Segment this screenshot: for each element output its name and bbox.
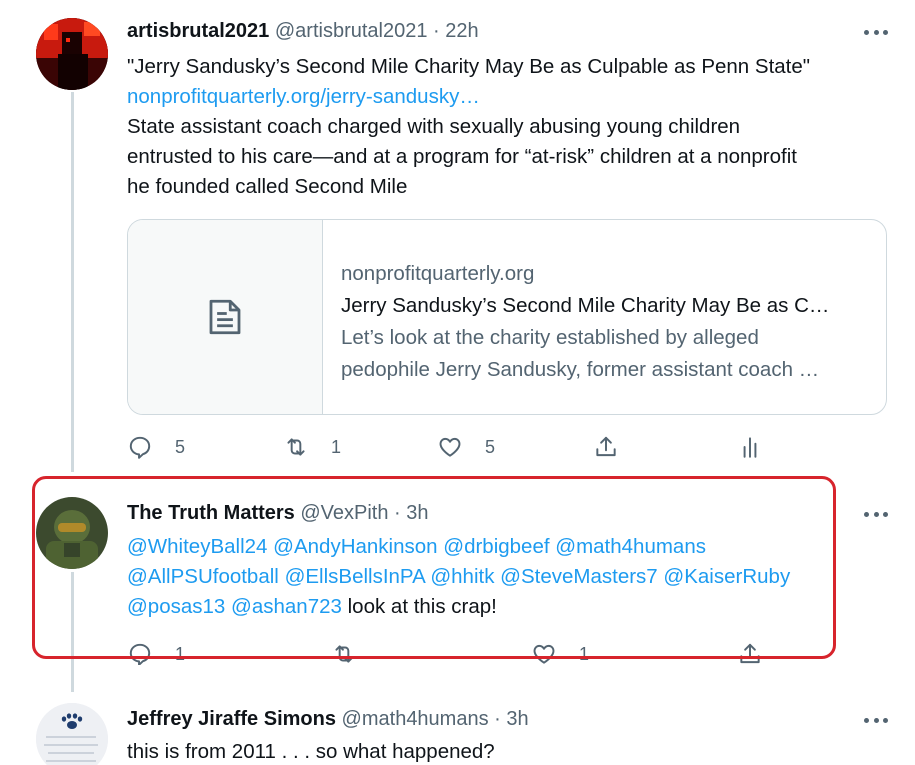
- card-description: Let’s look at the charity established by…: [341, 326, 759, 349]
- share-button[interactable]: [593, 434, 619, 460]
- tweet-text-line: this is from 2011 . . . so what happened…: [127, 740, 495, 763]
- mention-link[interactable]: @EllsBellsInPA: [285, 565, 425, 588]
- mention-link[interactable]: @WhiteyBall24: [127, 535, 267, 558]
- tweet-text: look at this crap!: [347, 595, 497, 618]
- separator-dot: ·: [494, 708, 501, 730]
- mention-link[interactable]: @math4humans: [555, 535, 706, 558]
- card-body: nonprofitquarterly.org Jerry Sandusky’s …: [341, 258, 868, 386]
- display-name[interactable]: Jeffrey Jiraffe Simons: [127, 708, 336, 730]
- user-handle[interactable]: @VexPith: [300, 502, 388, 524]
- tweet-header: The Truth Matters @VexPith · 3h: [127, 502, 429, 525]
- retweet-icon: [335, 645, 353, 663]
- mention-link[interactable]: @KaiserRuby: [663, 565, 790, 588]
- tweet-text-line: @WhiteyBall24 @AndyHankinson @drbigbeef …: [127, 532, 706, 562]
- reply-button[interactable]: 5: [127, 434, 185, 460]
- timestamp[interactable]: 3h: [506, 708, 528, 730]
- timestamp[interactable]: 22h: [445, 20, 478, 42]
- retweet-count: 1: [331, 436, 342, 457]
- link-preview-card[interactable]: nonprofitquarterly.org Jerry Sandusky’s …: [127, 219, 887, 415]
- card-domain: nonprofitquarterly.org: [341, 262, 535, 285]
- avatar-image: [36, 703, 108, 765]
- tweet-actions: 5 1 5: [127, 434, 787, 464]
- analytics-icon: [743, 437, 757, 458]
- card-thumbnail: [128, 220, 323, 414]
- card-description: pedophile Jerry Sandusky, former assista…: [341, 358, 820, 381]
- mention-link[interactable]: @AndyHankinson: [273, 535, 437, 558]
- reply-button[interactable]: 1: [127, 641, 185, 665]
- tweet-link[interactable]: nonprofitquarterly.org/jerry-sandusky…: [127, 82, 480, 112]
- reply-icon: [129, 643, 151, 665]
- tweet-text-line: he founded called Second Mile: [127, 175, 408, 198]
- mention-link[interactable]: @posas13: [127, 595, 225, 618]
- more-options-icon[interactable]: [864, 22, 888, 42]
- like-button[interactable]: 1: [531, 641, 589, 665]
- display-name[interactable]: The Truth Matters: [127, 502, 295, 524]
- timestamp[interactable]: 3h: [406, 502, 428, 524]
- thread-line: [71, 572, 74, 692]
- share-icon: [740, 643, 760, 664]
- user-handle[interactable]: @math4humans: [342, 708, 489, 730]
- like-count: 1: [579, 643, 590, 664]
- mention-link[interactable]: @ashan723: [231, 595, 342, 618]
- mention-link[interactable]: @SteveMasters7: [500, 565, 658, 588]
- avatar[interactable]: [36, 703, 108, 765]
- share-icon: [596, 436, 616, 457]
- mention-link[interactable]: @hhitk: [430, 565, 494, 588]
- retweet-icon: [287, 438, 305, 456]
- article-icon: [209, 299, 241, 335]
- avatar-image: [36, 497, 108, 569]
- retweet-button[interactable]: 1: [283, 434, 341, 460]
- share-button[interactable]: [737, 641, 763, 665]
- reply-count: 5: [175, 436, 186, 457]
- user-handle[interactable]: @artisbrutal2021: [275, 20, 428, 42]
- avatar[interactable]: [36, 18, 108, 90]
- thread-line: [71, 92, 74, 472]
- avatar[interactable]: [36, 497, 108, 569]
- mention-link[interactable]: @drbigbeef: [443, 535, 549, 558]
- mention-link[interactable]: @AllPSUfootball: [127, 565, 279, 588]
- tweet-text-line: @posas13 @ashan723 look at this crap!: [127, 592, 497, 622]
- like-button[interactable]: 5: [437, 434, 495, 460]
- like-count: 5: [485, 436, 496, 457]
- tweet-text-line: "Jerry Sandusky’s Second Mile Charity Ma…: [127, 55, 811, 78]
- card-title: Jerry Sandusky’s Second Mile Charity May…: [341, 294, 830, 317]
- avatar-image: [36, 18, 108, 90]
- heart-icon: [439, 437, 461, 457]
- tweet-text-line: entrusted to his care—and at a program f…: [127, 145, 797, 168]
- tweet-actions: 1 1: [127, 641, 787, 665]
- tweet-header: Jeffrey Jiraffe Simons @math4humans · 3h: [127, 708, 529, 731]
- separator-dot: ·: [394, 502, 401, 524]
- heart-icon: [533, 644, 555, 664]
- more-options-icon[interactable]: [864, 504, 888, 524]
- more-options-icon[interactable]: [864, 710, 888, 730]
- retweet-button[interactable]: [331, 641, 357, 665]
- tweet-text-line: @AllPSUfootball @EllsBellsInPA @hhitk @S…: [127, 562, 790, 592]
- tweet-text-line: State assistant coach charged with sexua…: [127, 115, 741, 138]
- reply-count: 1: [175, 643, 186, 664]
- separator-dot: ·: [433, 20, 440, 42]
- analytics-button[interactable]: [737, 434, 763, 460]
- tweet-header: artisbrutal2021 @artisbrutal2021 · 22h: [127, 20, 479, 43]
- display-name[interactable]: artisbrutal2021: [127, 20, 269, 42]
- reply-icon: [129, 436, 151, 459]
